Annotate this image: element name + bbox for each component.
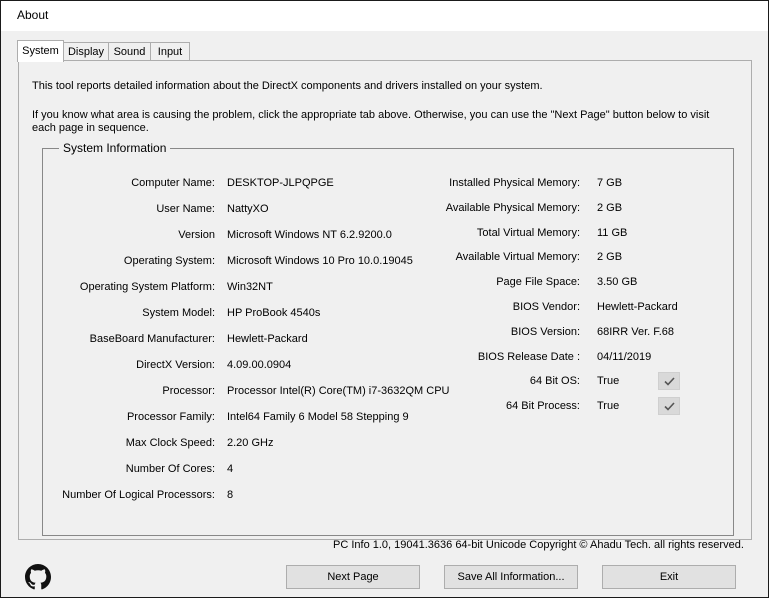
info-value: 2 GB bbox=[597, 251, 623, 264]
checkbox-icon[interactable] bbox=[658, 372, 680, 391]
info-row: BIOS Vendor: Hewlett-Packard bbox=[43, 300, 733, 314]
github-icon[interactable] bbox=[25, 564, 51, 590]
info-label: 64 Bit Process: bbox=[506, 400, 580, 413]
tab-display[interactable]: Display bbox=[63, 42, 109, 60]
intro-text-2: If you know what area is causing the pro… bbox=[32, 109, 710, 121]
info-row: Installed Physical Memory: 7 GB bbox=[43, 176, 733, 190]
info-value: 11 GB bbox=[597, 226, 628, 239]
info-label: Page File Space: bbox=[496, 276, 580, 289]
info-value: 2 GB bbox=[597, 201, 623, 214]
window-title: About bbox=[17, 8, 49, 22]
info-value: 8 bbox=[227, 489, 234, 501]
system-tab-panel: This tool reports detailed information a… bbox=[18, 60, 752, 540]
save-all-information-button[interactable]: Save All Information... bbox=[444, 565, 578, 589]
info-value: 3.50 GB bbox=[597, 276, 638, 289]
info-row: Number Of Cores: 4 bbox=[43, 462, 733, 476]
checkbox-icon[interactable] bbox=[658, 397, 680, 416]
info-value: True bbox=[597, 400, 620, 413]
info-label: Available Physical Memory: bbox=[445, 201, 580, 214]
intro-text-3: each page in sequence. bbox=[32, 122, 149, 134]
info-label: BIOS Version: bbox=[510, 325, 580, 338]
info-row: Page File Space: 3.50 GB bbox=[43, 275, 733, 289]
info-label: BIOS Release Date : bbox=[477, 350, 580, 363]
exit-button[interactable]: Exit bbox=[602, 565, 736, 589]
info-value: 2.20 GHz bbox=[227, 437, 274, 449]
info-value: 04/11/2019 bbox=[597, 350, 652, 363]
info-row: Total Virtual Memory: 11 GB bbox=[43, 226, 733, 240]
info-value: 7 GB bbox=[597, 177, 623, 189]
info-label: Total Virtual Memory: bbox=[476, 226, 580, 239]
title-bar: About bbox=[1, 1, 768, 31]
info-row: Available Virtual Memory: 2 GB bbox=[43, 250, 733, 264]
about-window: About System Display Sound Input This to… bbox=[0, 0, 769, 598]
info-row: Number Of Logical Processors: 8 bbox=[43, 488, 733, 502]
info-value: True bbox=[597, 375, 620, 388]
info-value: Hewlett-Packard bbox=[597, 301, 678, 313]
copyright-text: PC Info 1.0, 19041.3636 64-bit Unicode C… bbox=[333, 539, 744, 551]
info-row: 64 Bit OS: True bbox=[43, 372, 733, 391]
info-label: Number Of Logical Processors: bbox=[62, 489, 215, 501]
info-label: BIOS Vendor: bbox=[512, 301, 580, 313]
info-label: Installed Physical Memory: bbox=[449, 177, 580, 189]
info-row: BIOS Release Date : 04/11/2019 bbox=[43, 350, 733, 364]
info-row: 64 Bit Process: True bbox=[43, 397, 733, 416]
info-label: Max Clock Speed: bbox=[125, 437, 215, 449]
group-label: System Information bbox=[59, 141, 171, 155]
next-page-button[interactable]: Next Page bbox=[286, 565, 420, 589]
info-label: Number Of Cores: bbox=[125, 463, 215, 475]
info-label: 64 Bit OS: bbox=[529, 375, 580, 388]
info-label: Available Virtual Memory: bbox=[455, 251, 580, 264]
info-row: BIOS Version: 68IRR Ver. F.68 bbox=[43, 325, 733, 339]
info-value: 68IRR Ver. F.68 bbox=[597, 325, 675, 338]
info-row: Available Physical Memory: 2 GB bbox=[43, 201, 733, 215]
info-value: 4 bbox=[227, 463, 234, 475]
info-row: Max Clock Speed: 2.20 GHz bbox=[43, 436, 733, 450]
intro-text-1: This tool reports detailed information a… bbox=[32, 80, 543, 92]
tab-input[interactable]: Input bbox=[150, 42, 190, 60]
tab-sound[interactable]: Sound bbox=[108, 42, 151, 60]
tab-system[interactable]: System bbox=[17, 40, 64, 62]
system-information-group: System Information Computer Name: DESKTOP… bbox=[42, 141, 734, 536]
